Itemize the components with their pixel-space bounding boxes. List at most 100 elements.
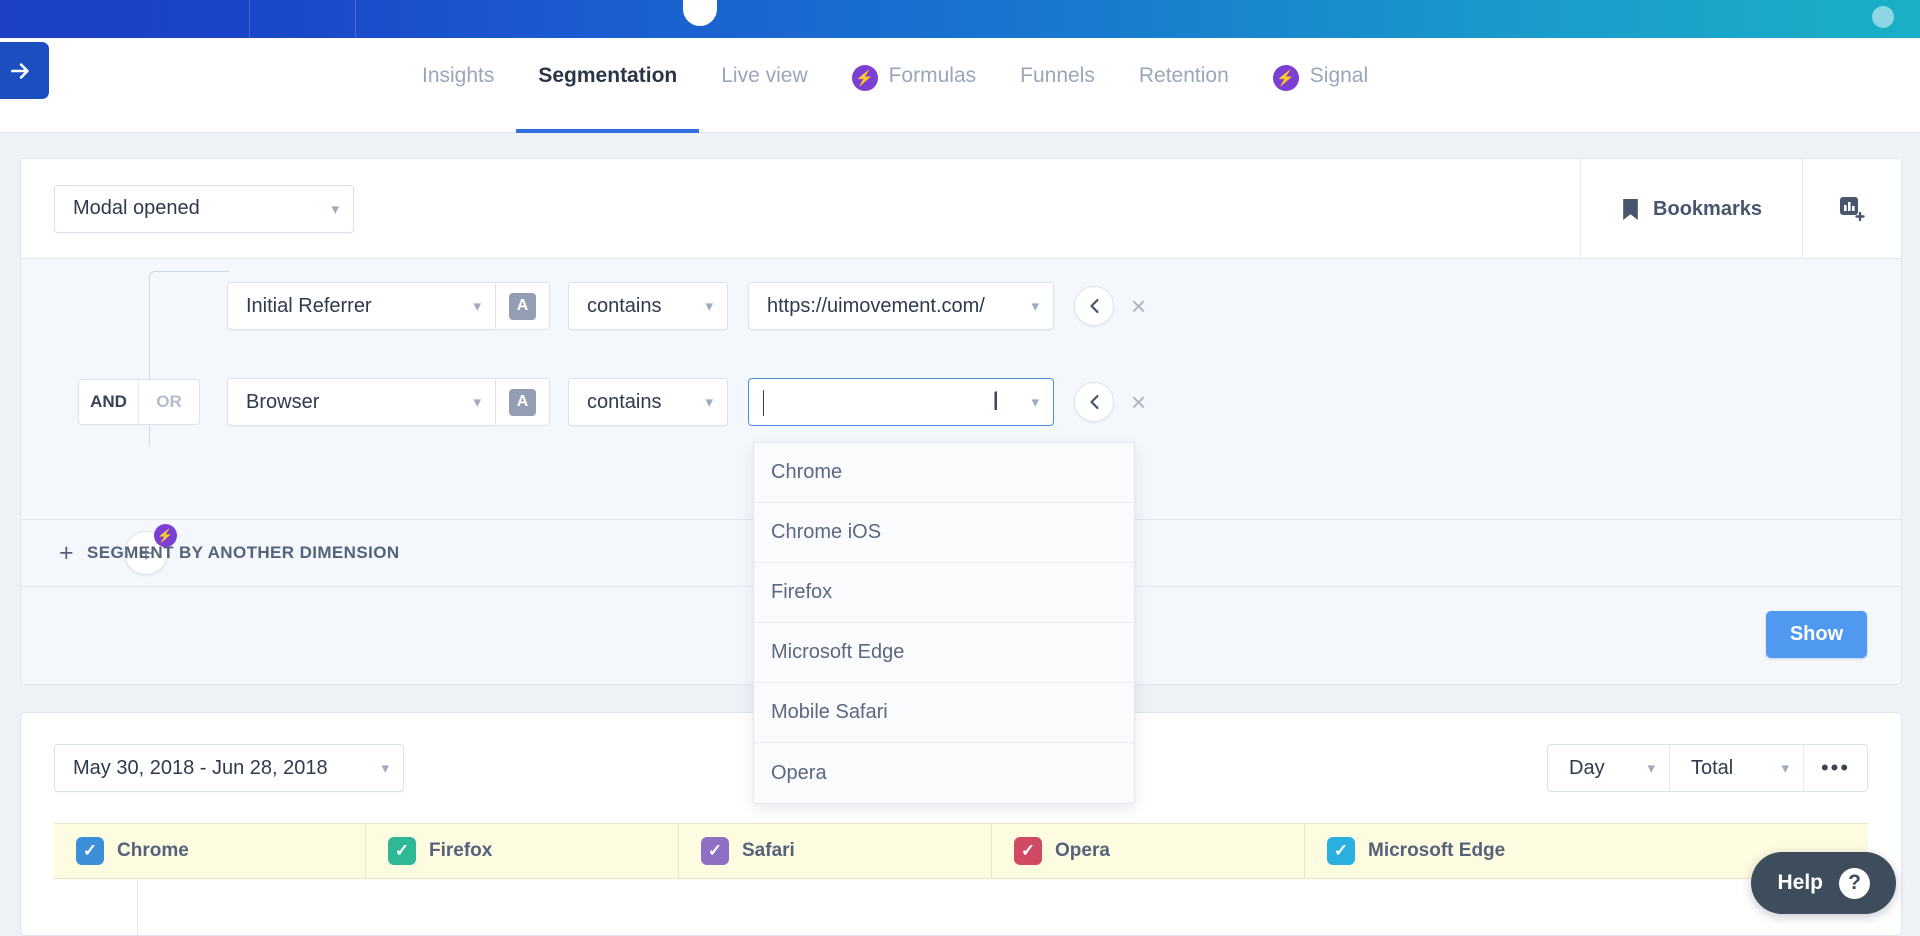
dropdown-option[interactable]: Chrome iOS [754,503,1134,563]
table-body [138,880,1868,935]
filter-collapse-button[interactable] [1074,382,1114,422]
nav-tab-label: Insights [422,64,495,87]
filter-property-group: Browser ▾ A [227,378,550,426]
nav-tab-label: Funnels [1020,64,1095,87]
filter-type-button[interactable]: A [495,282,550,330]
table-row-header-column [54,880,138,935]
text-cursor-icon: I [992,386,1000,416]
chrome-notch [683,0,717,26]
dropdown-option-label: Mobile Safari [771,701,888,723]
legend-item[interactable]: ✓ Opera [992,824,1305,878]
nav-tab-insights[interactable]: Insights [400,38,516,133]
bookmarks-button[interactable]: Bookmarks [1580,159,1802,259]
sidebar-toggle-button[interactable] [0,42,49,99]
bookmarks-label: Bookmarks [1653,197,1762,220]
results-table [54,880,1868,935]
nav-tab-retention[interactable]: Retention [1117,38,1251,133]
nav-tab-live-view[interactable]: Live view [699,38,829,133]
chevron-down-icon: ▾ [331,200,339,218]
nav-tab-signal[interactable]: ⚡ Signal [1251,38,1390,133]
metric-value: Total [1691,756,1734,779]
filter-operator-select[interactable]: contains ▾ [568,282,728,330]
legend-checkbox[interactable]: ✓ [1327,837,1355,865]
filter-remove-button[interactable]: × [1131,389,1146,415]
legend-label: Microsoft Edge [1368,840,1506,861]
nav-tab-label: Formulas [888,64,977,87]
nav-tab-list: Insights Segmentation Live view ⚡ Formulas Fu… [400,38,1390,133]
filter-property-select[interactable]: Browser ▾ [227,378,495,426]
event-select[interactable]: Modal opened ▾ [54,184,354,233]
nav-tab-segmentation[interactable]: Segmentation [516,38,700,133]
filter-collapse-button[interactable] [1074,286,1114,326]
granularity-value: Day [1569,756,1605,779]
add-chart-icon [1840,197,1865,222]
granularity-select[interactable]: Day ▾ [1548,745,1670,791]
legend-item[interactable]: ✓ Firefox [366,824,679,878]
legend-label: Opera [1055,840,1110,861]
filter-value-input[interactable]: I ▾ [748,378,1054,426]
main-navbar: Insights Segmentation Live view ⚡ Formulas Fu… [0,38,1920,133]
plus-icon: + [59,538,74,567]
nav-tab-funnels[interactable]: Funnels [998,38,1117,133]
filter-type-button[interactable]: A [495,378,550,426]
filter-remove-button[interactable]: × [1131,293,1146,319]
logic-operator-toggle: AND OR [78,379,200,425]
filter-property-select[interactable]: Initial Referrer ▾ [227,282,495,330]
legend-checkbox[interactable]: ✓ [76,837,104,865]
help-button[interactable]: Help ? [1751,852,1896,914]
chrome-dot [1872,6,1894,28]
chevron-down-icon: ▾ [1781,760,1789,777]
browser-value-dropdown: Chrome Chrome iOS Firefox Microsoft Edge Mob… [753,442,1135,804]
question-mark-icon: ? [1839,867,1870,899]
dropdown-option[interactable]: Mobile Safari [754,683,1134,743]
dropdown-option-label: Microsoft Edge [771,641,905,663]
bookmark-icon [1623,198,1638,220]
text-type-badge: A [509,388,536,416]
show-button[interactable]: Show [1766,611,1867,658]
metric-select[interactable]: Total ▾ [1670,745,1804,791]
add-chart-button[interactable] [1802,159,1901,259]
legend-checkbox[interactable]: ✓ [701,837,729,865]
date-range-select[interactable]: May 30, 2018 - Jun 28, 2018 ▾ [54,744,404,792]
nav-tab-label: Segmentation [538,64,678,87]
legend-item[interactable]: ✓ Safari [679,824,992,878]
legend-checkbox[interactable]: ✓ [1014,837,1042,865]
legend-label: Firefox [429,840,493,861]
filter-operator-select[interactable]: contains ▾ [568,378,728,426]
text-caret [763,390,764,416]
nav-tab-label: Retention [1138,64,1229,87]
chevron-down-icon: ▾ [705,298,713,315]
legend-item[interactable]: ✓ Microsoft Edge [1305,824,1618,878]
legend-item[interactable]: ✓ Chrome [54,824,366,878]
chevron-down-icon: ▾ [1031,394,1039,411]
chrome-segment [250,0,356,38]
logic-and-option[interactable]: AND [79,380,139,424]
query-card-actions: Bookmarks [1580,159,1901,259]
bolt-badge-icon: ⚡ [851,65,878,91]
series-legend: ✓ Chrome ✓ Firefox ✓ Safari ✓ Opera ✓ Microsoft E… [54,823,1868,879]
legend-checkbox[interactable]: ✓ [388,837,416,865]
chevron-down-icon: ▾ [1031,298,1039,315]
dropdown-option-label: Opera [771,761,827,784]
legend-label: Chrome [117,840,189,861]
chevron-down-icon: ▾ [705,394,713,411]
dropdown-option-label: Chrome iOS [771,521,882,543]
nav-tab-formulas[interactable]: ⚡ Formulas [830,38,999,133]
dropdown-option[interactable]: Opera [754,743,1134,803]
dropdown-option[interactable]: Chrome [754,443,1134,503]
filter-row: AND OR Browser ▾ A contains ▾ I ▾ × [21,377,1901,427]
dropdown-option[interactable]: Microsoft Edge [754,623,1134,683]
text-type-badge: A [509,292,536,320]
app-chrome-strip [0,0,1920,38]
filter-value-select[interactable]: https://uimovement.com/ ▾ [748,282,1054,330]
dropdown-option[interactable]: Firefox [754,563,1134,623]
logic-or-option[interactable]: OR [139,380,199,424]
date-range-value: May 30, 2018 - Jun 28, 2018 [73,756,328,779]
chevron-left-icon [1089,298,1099,314]
nav-tab-label: Signal [1309,64,1369,87]
help-label: Help [1777,871,1823,894]
chrome-segment [0,0,250,38]
filter-value-text: https://uimovement.com/ [767,294,985,317]
event-select-value: Modal opened [73,197,200,219]
more-options-button[interactable]: ••• [1804,745,1867,791]
